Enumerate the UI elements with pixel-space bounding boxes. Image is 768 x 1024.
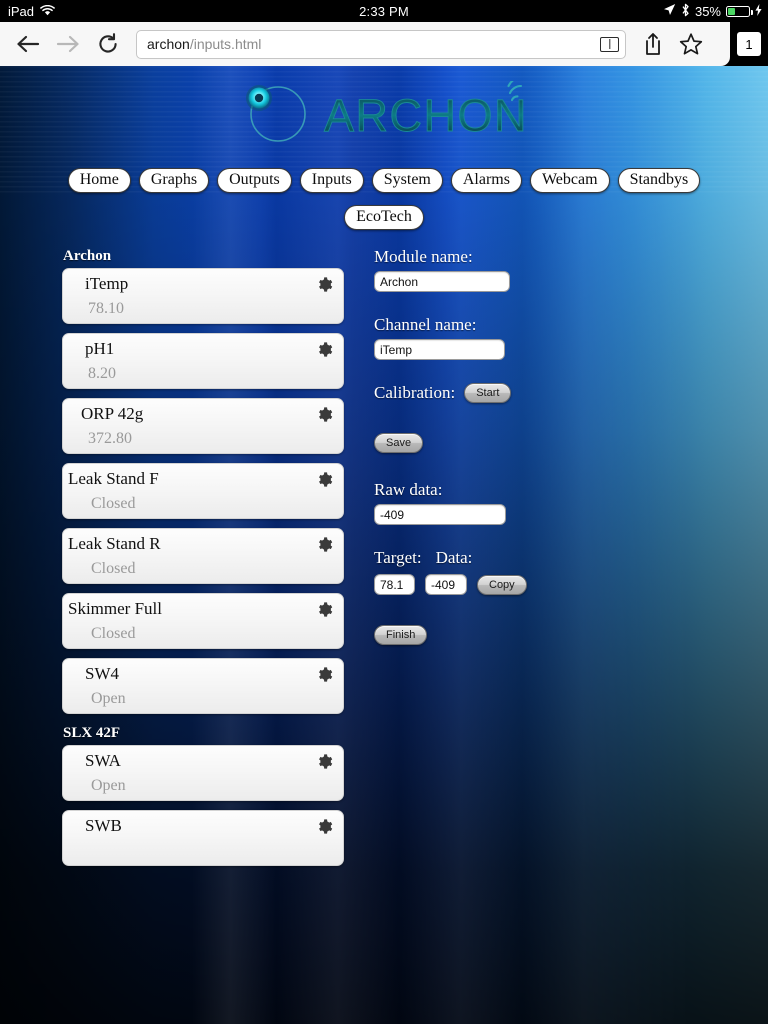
charging-bolt-icon — [755, 3, 762, 19]
share-icon[interactable] — [634, 24, 672, 64]
battery-icon — [726, 5, 753, 17]
back-arrow-icon[interactable] — [8, 24, 48, 64]
channel-value: Open — [91, 690, 126, 707]
reload-icon[interactable] — [88, 24, 128, 64]
list-item[interactable]: SW4 Open — [62, 658, 344, 714]
module-name-label: Module name: — [374, 247, 473, 266]
status-bar-right: 35% — [663, 0, 762, 22]
channel-value: 372.80 — [88, 430, 132, 447]
battery-percent: 35% — [694, 3, 721, 19]
channel-name-label: Channel name: — [374, 315, 477, 334]
nav-item-ecotech[interactable]: EcoTech — [344, 205, 424, 230]
raw-data-input[interactable]: -409 — [374, 504, 506, 525]
module-name-input[interactable]: Archon — [374, 271, 510, 292]
section-header-archon: Archon — [63, 248, 112, 264]
channel-value: Closed — [91, 625, 136, 642]
channel-name-input[interactable]: iTemp — [374, 339, 505, 360]
nav-item-home[interactable]: Home — [67, 168, 131, 193]
gear-icon[interactable] — [316, 666, 333, 683]
channel-name: Leak Stand F — [68, 469, 159, 488]
archon-logo: ARCHON — [0, 78, 768, 150]
reader-view-icon[interactable] — [600, 36, 619, 52]
ios-status-bar: iPad 2:33 PM 35% — [0, 0, 768, 22]
channel-value: 8.20 — [88, 365, 116, 382]
gear-icon[interactable] — [316, 601, 333, 618]
calibration-label: Calibration: — [374, 383, 456, 402]
bookmark-star-icon[interactable] — [672, 24, 710, 64]
nav-item-graphs[interactable]: Graphs — [138, 168, 210, 193]
target-data-labels: Target: Data: — [374, 547, 714, 568]
gear-icon[interactable] — [316, 536, 333, 553]
list-item[interactable]: ORP 42g 372.80 — [62, 398, 344, 454]
url-bar[interactable]: archon/inputs.html — [136, 29, 626, 59]
start-button[interactable]: Start — [464, 382, 512, 403]
browser-toolbar: archon/inputs.html 1 — [0, 22, 768, 66]
channel-name: pH1 — [85, 339, 115, 358]
list-item[interactable]: SWB — [62, 810, 344, 866]
channel-name: ORP 42g — [81, 404, 144, 423]
nav-item-outputs[interactable]: Outputs — [217, 168, 292, 193]
url-host: archon — [147, 36, 190, 52]
target-label: Target: — [374, 548, 422, 567]
nav-item-webcam[interactable]: Webcam — [529, 168, 610, 193]
bluetooth-icon — [681, 3, 690, 20]
channel-name: Leak Stand R — [68, 534, 161, 553]
list-item[interactable]: SWA Open — [62, 745, 344, 801]
main-nav: Home Graphs Outputs Inputs System Alarms… — [0, 168, 768, 230]
archon-logo-svg: ARCHON — [246, 81, 528, 142]
url-path: /inputs.html — [189, 36, 262, 52]
nav-item-standbys[interactable]: Standbys — [617, 168, 701, 193]
list-item[interactable]: Leak Stand R Closed — [62, 528, 344, 584]
nav-item-alarms[interactable]: Alarms — [450, 168, 522, 193]
save-button[interactable]: Save — [374, 433, 424, 453]
channel-value: Open — [91, 777, 126, 794]
gear-icon[interactable] — [316, 818, 333, 835]
channel-name: iTemp — [85, 274, 129, 293]
gear-icon[interactable] — [316, 753, 333, 770]
gear-icon[interactable] — [316, 341, 333, 358]
calibration-row: Calibration: Start — [374, 382, 714, 403]
target-input[interactable]: 78.1 — [374, 574, 415, 595]
target-data-inputs: 78.1 -409 Copy — [374, 574, 714, 595]
screen: iPad 2:33 PM 35% archon /inputs.html 1 A… — [0, 0, 768, 1024]
list-item[interactable]: iTemp 78.10 — [62, 268, 344, 324]
list-item[interactable]: Leak Stand F Closed — [62, 463, 344, 519]
list-item[interactable]: pH1 8.20 — [62, 333, 344, 389]
channel-value: Closed — [91, 495, 136, 512]
gear-icon[interactable] — [316, 471, 333, 488]
tab-switcher-button[interactable]: 1 — [730, 22, 768, 66]
tab-count: 1 — [737, 32, 761, 56]
channel-name: SWB — [85, 816, 122, 835]
data-input[interactable]: -409 — [425, 574, 467, 595]
list-item[interactable]: Skimmer Full Closed — [62, 593, 344, 649]
copy-button[interactable]: Copy — [477, 574, 527, 595]
gear-icon[interactable] — [316, 406, 333, 423]
channel-name: Skimmer Full — [68, 599, 162, 618]
channel-settings-form: Module name: Archon Channel name: iTemp … — [374, 246, 714, 645]
channel-value: Closed — [91, 560, 136, 577]
channel-name: SW4 — [85, 664, 119, 683]
finish-button[interactable]: Finish — [374, 625, 428, 645]
nav-item-inputs[interactable]: Inputs — [299, 168, 364, 193]
section-header-slx42f: SLX 42F — [63, 725, 121, 741]
location-arrow-icon — [663, 3, 676, 19]
clock: 2:33 PM — [359, 3, 409, 19]
channel-list: Archon iTemp 78.10 pH1 8.20 ORP 42g 372.… — [62, 246, 344, 875]
channel-name: SWA — [85, 751, 121, 770]
logo-wordmark: ARCHON — [324, 90, 528, 141]
raw-data-label: Raw data: — [374, 480, 443, 499]
web-page: ARCHON Home Graphs Outputs Inputs System… — [0, 66, 768, 1024]
nav-item-system[interactable]: System — [371, 168, 443, 193]
data-label: Data: — [435, 548, 473, 567]
forward-arrow-icon[interactable] — [48, 24, 88, 64]
gear-icon[interactable] — [316, 276, 333, 293]
channel-value: 78.10 — [88, 300, 124, 317]
